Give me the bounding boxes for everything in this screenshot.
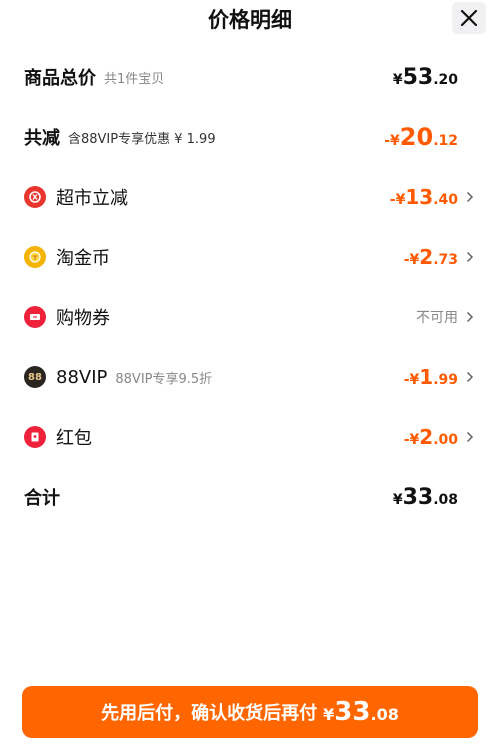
- discount-item-88vip[interactable]: 88 88VIP 88VIP专享9.5折 -¥ 1 .99: [0, 357, 500, 397]
- pay-button-label: 先用后付，确认收货后再付: [101, 703, 318, 724]
- coupon-icon: [24, 306, 46, 328]
- total-discount-amount: -¥ 20 .12: [384, 123, 458, 151]
- total-discount-label: 共减: [24, 128, 60, 149]
- item-label: 红包: [56, 428, 92, 449]
- gold-coin-icon: [24, 246, 46, 268]
- goods-total-price: ¥ 53 .20: [392, 64, 458, 90]
- chevron-right-icon: [464, 250, 476, 264]
- item-amount: -¥ 13 .40: [389, 185, 458, 209]
- pay-button-amount: ¥ 33 .08: [323, 697, 399, 727]
- close-button[interactable]: [452, 2, 486, 34]
- discount-item-coupon[interactable]: 购物券 不可用: [0, 297, 500, 337]
- close-icon: [460, 9, 478, 27]
- goods-total-row: 商品总价 共1件宝贝 ¥ 53 .20: [0, 57, 500, 97]
- vip-88-icon: 88: [24, 366, 46, 388]
- total-discount-row: 共减 含88VIP专享优惠 ¥ 1.99 -¥ 20 .12: [0, 117, 500, 157]
- item-label: 超市立减: [56, 188, 128, 209]
- goods-count: 共1件宝贝: [104, 71, 165, 87]
- vip-sub-label: 88VIP专享9.5折: [115, 371, 213, 387]
- chevron-right-icon: [464, 190, 476, 204]
- item-label: 淘金币: [56, 248, 110, 269]
- chevron-right-icon: [464, 430, 476, 444]
- discount-item-gold-coin[interactable]: 淘金币 -¥ 2 .73: [0, 237, 500, 277]
- vip-discount-note: 含88VIP专享优惠 ¥ 1.99: [68, 131, 216, 147]
- item-amount: -¥ 1 .99: [403, 365, 458, 389]
- sum-amount: ¥ 33 .08: [392, 484, 458, 510]
- pay-later-confirm-button[interactable]: 先用后付，确认收货后再付 ¥ 33 .08: [22, 686, 478, 738]
- discount-item-supermarket[interactable]: 超市立减 -¥ 13 .40: [0, 177, 500, 217]
- red-packet-icon: [24, 426, 46, 448]
- item-amount: -¥ 2 .73: [403, 245, 458, 269]
- chevron-right-icon: [464, 370, 476, 384]
- chevron-right-icon: [464, 310, 476, 324]
- discount-item-red-packet[interactable]: 红包 -¥ 2 .00: [0, 417, 500, 457]
- item-label: 购物券: [56, 308, 110, 329]
- sum-label: 合计: [24, 488, 60, 509]
- supermarket-discount-icon: [24, 186, 46, 208]
- sum-row: 合计 ¥ 33 .08: [0, 477, 500, 517]
- goods-total-label: 商品总价: [24, 68, 96, 89]
- coupon-status: 不可用: [416, 310, 458, 326]
- item-label: 88VIP: [56, 366, 108, 388]
- item-amount: -¥ 2 .00: [403, 425, 458, 449]
- page-title: 价格明细: [208, 8, 292, 32]
- header: 价格明细: [0, 0, 500, 38]
